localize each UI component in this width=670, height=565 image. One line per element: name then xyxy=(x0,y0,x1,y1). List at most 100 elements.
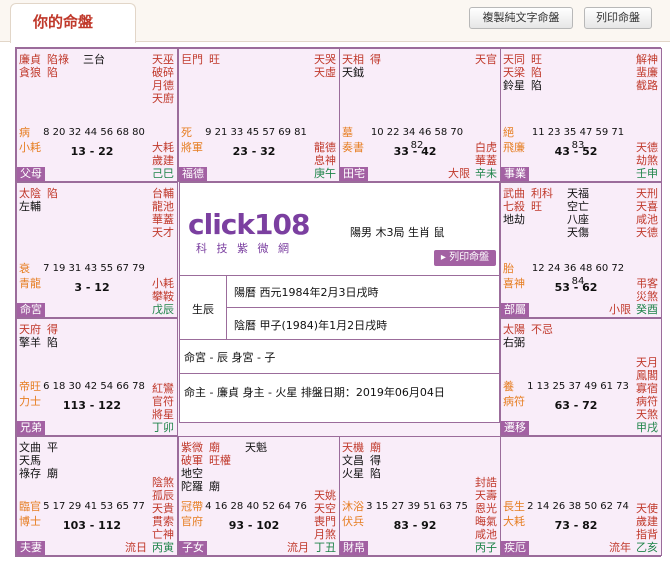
palace-cell-財帛[interactable]: 天機 文昌 火星廟得陷封誥 天壽 恩光 晦氣 咸池 丙子 沐浴 伏兵 3 15 27 39 51 6… xyxy=(339,436,501,556)
palace-cell-兄弟[interactable]: 天府 擎羊得陷紅鸞 官符 將星 丁卯 帝旺 力士 6 18 30 42 54 66 78 113… xyxy=(16,318,178,436)
minor-star: 三台 xyxy=(83,53,105,66)
aux-star: 陰煞 xyxy=(152,476,174,489)
aux-star: 蜚廉 xyxy=(636,66,658,79)
aux-star: 將星 xyxy=(152,408,174,421)
palace-name-badge: 子女 xyxy=(179,541,207,555)
star-brightness: 陷 xyxy=(47,66,58,79)
center-print-button[interactable]: ▸ 列印命盤 xyxy=(434,250,496,266)
palace-name-badge: 事業 xyxy=(501,167,529,181)
aux-star: 寡宿 xyxy=(636,382,658,395)
stem-branch: 辛未 xyxy=(475,167,497,180)
life-stage: 奏書 xyxy=(342,141,364,154)
aux-star: 封誥 xyxy=(475,476,497,489)
aux-star: 病符 xyxy=(636,395,658,408)
life-stage: 飛廉 xyxy=(503,141,525,154)
main-star: 太陽 xyxy=(503,323,525,336)
star-brightness: 旺權 xyxy=(209,454,231,467)
aux-star: 官符 xyxy=(152,395,174,408)
age-sequence: 3 15 27 39 51 63 75 xyxy=(366,501,468,512)
aux-star: 天才 xyxy=(152,226,174,239)
print-chart-button[interactable]: 列印命盤 xyxy=(584,7,652,29)
life-stage: 養 xyxy=(503,380,514,393)
aux-star: 白虎 xyxy=(475,141,497,154)
palace-cell-部屬[interactable]: 武曲 七殺 地劫 利科旺天福 空亡 八座 天傷 天刑 天喜 咸池 天德 弔客 災煞 癸酉胎喜神 12 24 … xyxy=(500,182,662,318)
main-star: 左輔 xyxy=(19,200,41,213)
main-star: 文曲 xyxy=(19,441,41,454)
palace-cell-遷移[interactable]: 太陽 右弼 不忌 天月 鳳閣 寡宿 病符 天煞 甲戌養病符 1 13 25 37 49 61 73… xyxy=(500,318,662,436)
aux-star: 晦氣 xyxy=(475,515,497,528)
palace-cell-夫妻[interactable]: 文曲 天馬 祿存平廟陰煞 孤辰 天貴 貫索 亡神 丙寅 臨官 博士 5 17 29 41 53 65… xyxy=(16,436,178,556)
main-star: 天相 xyxy=(342,53,364,66)
aux-star: 截路 xyxy=(636,79,658,92)
header-bar: 你的命盤 複製純文字命盤 列印命盤 xyxy=(0,0,670,43)
main-star: 七殺 xyxy=(503,200,525,213)
decade-range: 83 - 92 xyxy=(393,519,437,532)
star-brightness: 廟 xyxy=(47,467,58,480)
star-brightness: 陷 xyxy=(47,187,58,200)
aux-star: 劫煞 xyxy=(636,154,658,167)
minor-star: 天福 xyxy=(567,187,589,200)
main-star: 破軍 xyxy=(181,454,203,467)
palace-cell-福德[interactable]: 巨門旺 天哭 天虛 龍德 息神 庚午 死將軍 9 21 33 45 57 69 81 23 - … xyxy=(178,48,340,182)
star-brightness: 旺 xyxy=(531,200,542,213)
palace-cell-子女[interactable]: 紫微 破軍 地空 陀羅廟旺權廟天魁 天姚 天空 喪門 月煞 丁丑 冠帶 官府 4 16 28 40 5… xyxy=(178,436,340,556)
palace-name-badge: 父母 xyxy=(17,167,45,181)
main-star: 太陰 xyxy=(19,187,41,200)
star-brightness: 得 xyxy=(370,454,381,467)
life-stage: 小耗 xyxy=(19,141,41,154)
chart-center-panel: click108 科 技 紫 微 網 陽男 木3局 生肖 鼠 ▸ 列印命盤 生辰… xyxy=(179,182,500,423)
aux-star: 天使 xyxy=(636,502,658,515)
stem-branch: 丙寅 xyxy=(152,541,174,554)
chart-tab[interactable]: 你的命盤 xyxy=(10,3,136,43)
minor-star: 空亡 xyxy=(567,200,589,213)
aux-star: 指背 xyxy=(636,528,658,541)
age-sequence: 5 17 29 41 53 65 77 xyxy=(43,501,145,512)
decade-range: 73 - 82 xyxy=(554,519,598,532)
aux-star: 咸池 xyxy=(636,213,658,226)
aux-star: 龍池 xyxy=(152,200,174,213)
palace-cell-命宮[interactable]: 太陰 左輔陷 台輔 龍池 華蓋 天才 小耗 攀鞍 戊辰 衰青龍 7 19 31 43 55 67 7… xyxy=(16,182,178,318)
aux-star: 天巫 xyxy=(152,53,174,66)
life-stage: 絕 xyxy=(503,126,514,139)
decade-range: 103 - 112 xyxy=(62,519,122,532)
ming-shen-gong: 命宮 - 辰 身宮 - 子 xyxy=(184,351,276,364)
aux-star: 息神 xyxy=(314,154,336,167)
star-brightness: 陷 xyxy=(531,66,542,79)
stem-branch: 壬申 xyxy=(636,167,658,180)
star-brightness: 陷 xyxy=(47,336,58,349)
life-stage: 病符 xyxy=(503,395,525,408)
decade-range: 43 - 52 xyxy=(554,145,598,158)
center-print-label: 列印命盤 xyxy=(449,252,490,263)
decade-range: 113 - 122 xyxy=(62,399,122,412)
palace-name-badge: 財帛 xyxy=(340,541,368,555)
star-brightness: 陷 xyxy=(531,79,542,92)
palace-cell-疾厄[interactable]: 天使 歲建 指背 乙亥 長生 大耗 2 14 26 38 50 62 74 73 - 82 流年… xyxy=(500,436,662,556)
star-brightness: 廟 xyxy=(370,441,381,454)
aux-star: 天虛 xyxy=(314,66,336,79)
palace-cell-父母[interactable]: 廉貞 貪狼 陷祿陷 三台 天巫 破碎 月德 天廚 大耗 歲建 己巳 病小耗 8 20 32 44 56 … xyxy=(16,48,178,182)
aux-star: 喪門 xyxy=(314,515,336,528)
aux-star: 亡神 xyxy=(152,528,174,541)
aux-star: 紅鸞 xyxy=(152,382,174,395)
minor-star: 天魁 xyxy=(245,441,267,454)
copy-text-chart-button[interactable]: 複製純文字命盤 xyxy=(469,7,573,29)
main-star: 巨門 xyxy=(181,53,203,66)
star-brightness: 廟 xyxy=(209,480,220,493)
aux-star: 天刑 xyxy=(636,187,658,200)
aux-star: 弔客 xyxy=(636,277,658,290)
life-stage: 大耗 xyxy=(503,515,525,528)
life-stage: 衰 xyxy=(19,262,30,275)
aux-star: 大耗 xyxy=(152,141,174,154)
main-star: 天馬 xyxy=(19,454,41,467)
palace-cell-事業[interactable]: 天同 天梁 鈴星旺陷陷解神 蜚廉 截路 天德 劫煞 壬申絕飛廉 11 23 35 47 59 7… xyxy=(500,48,662,182)
main-star: 擎羊 xyxy=(19,336,41,349)
life-stage: 博士 xyxy=(19,515,41,528)
stem-branch: 戊辰 xyxy=(152,303,174,316)
aux-star: 小耗 xyxy=(152,277,174,290)
palace-cell-田宅[interactable]: 天相 天鉞得天官 白虎 華蓋 辛未墓奏書 10 22 34 46 58 70 82 33 -… xyxy=(339,48,501,182)
life-stage: 長生 xyxy=(503,500,525,513)
star-brightness: 得 xyxy=(370,53,381,66)
main-star: 天府 xyxy=(19,323,41,336)
life-stage: 死 xyxy=(181,126,192,139)
aux-star: 恩光 xyxy=(475,502,497,515)
